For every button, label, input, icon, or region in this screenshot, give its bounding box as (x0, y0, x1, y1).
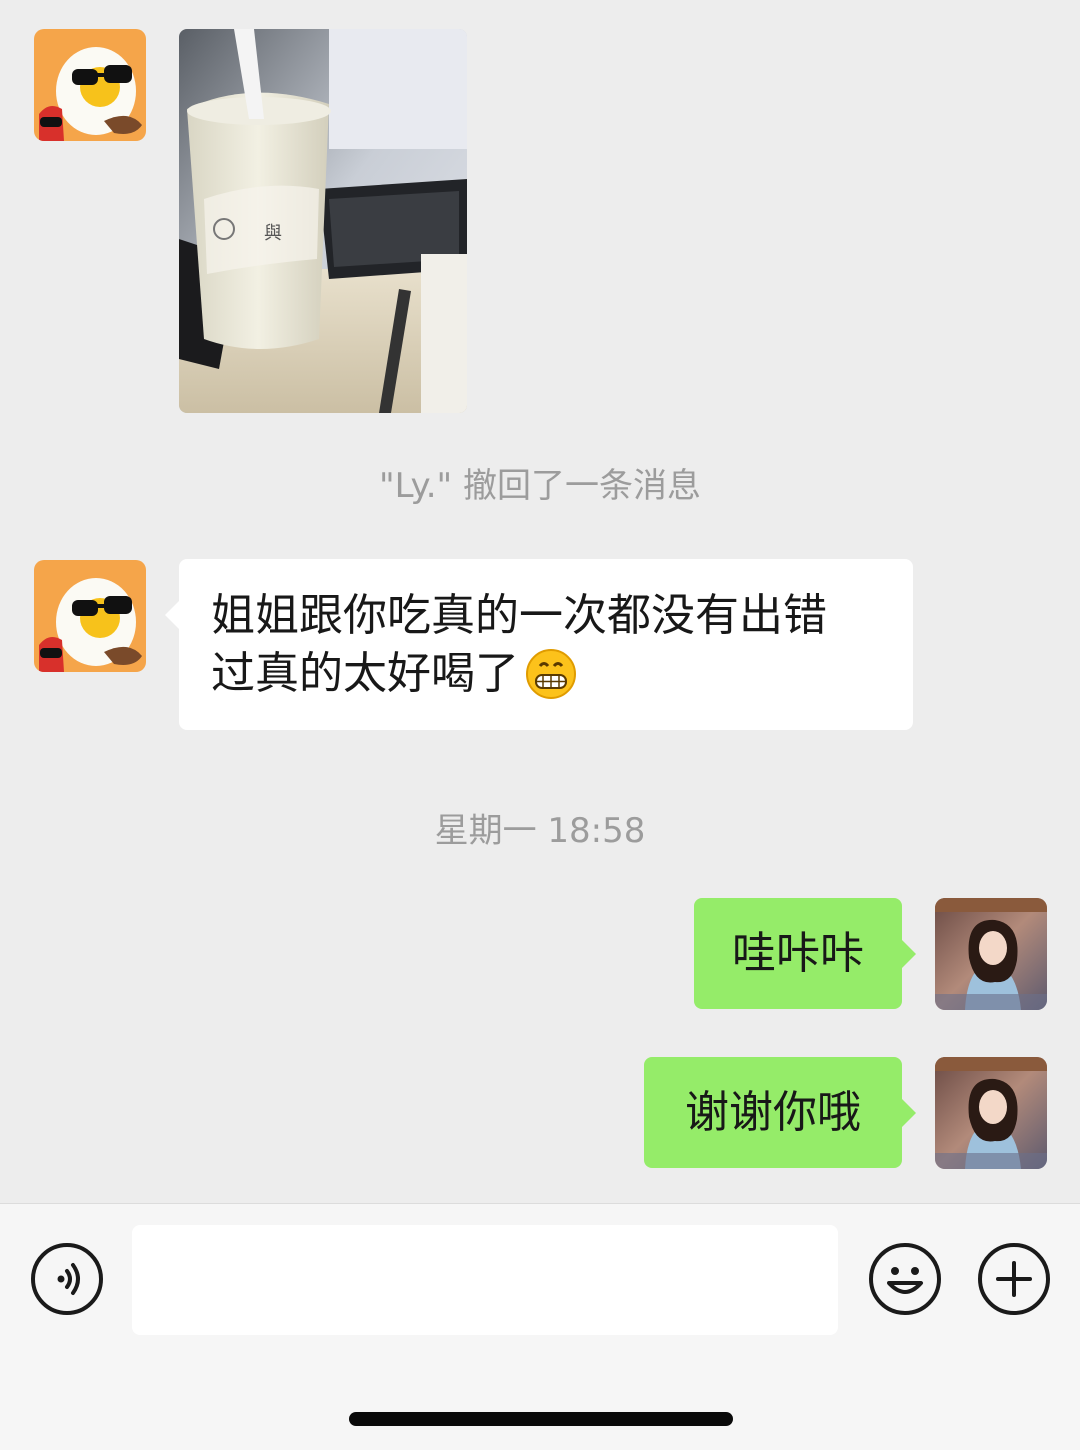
timestamp: 星期一 18:58 (434, 811, 646, 851)
outgoing-message-text: 哇咔咔 (732, 927, 864, 979)
egg-sunglasses-avatar-icon (34, 29, 146, 141)
user-avatar[interactable] (935, 1057, 1047, 1169)
incoming-message-line-1: 姐姐跟你吃真的一次都没有出错 (211, 590, 827, 641)
incoming-message-line-2: 过真的太好喝了 (211, 648, 519, 699)
emoji-button[interactable] (869, 1243, 941, 1315)
message-input[interactable] (132, 1225, 838, 1335)
contact-avatar[interactable] (34, 29, 146, 141)
girl-portrait-avatar-icon (935, 1057, 1047, 1169)
contact-avatar[interactable] (34, 560, 146, 672)
egg-sunglasses-avatar-icon (34, 560, 146, 672)
grin-emoji-icon (525, 648, 577, 700)
photo-message[interactable]: 與 (179, 29, 467, 413)
plus-icon (996, 1261, 1032, 1297)
voice-icon (57, 1263, 80, 1295)
outgoing-message-text: 谢谢你哦 (685, 1086, 861, 1138)
recall-notice: "Ly." 撤回了一条消息 (379, 466, 701, 506)
outgoing-message-bubble[interactable]: 哇咔咔 (694, 898, 916, 1009)
milk-tea-photo: 與 (179, 29, 467, 413)
incoming-message-bubble[interactable]: 姐姐跟你吃真的一次都没有出错 过真的太好喝了 (165, 559, 913, 730)
plus-button[interactable] (978, 1243, 1050, 1315)
home-indicator[interactable] (349, 1412, 733, 1426)
voice-button[interactable] (31, 1243, 103, 1315)
svg-text:與: 與 (264, 223, 282, 244)
outgoing-message-bubble[interactable]: 谢谢你哦 (644, 1057, 916, 1168)
emoji-icon (887, 1267, 923, 1294)
girl-portrait-avatar-icon (935, 898, 1047, 1010)
user-avatar[interactable] (935, 898, 1047, 1010)
